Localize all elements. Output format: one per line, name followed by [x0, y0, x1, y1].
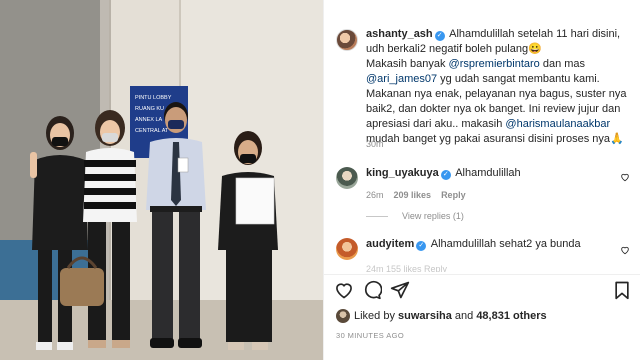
bookmark-icon[interactable]: [612, 280, 632, 300]
liker-username[interactable]: suwarsiha: [398, 310, 452, 322]
action-bar: [324, 274, 640, 304]
comment-2-text: Alhamdulillah sehat2 ya bunda: [430, 238, 581, 250]
post-caption: ashanty_ash ✓ Alhamdulillah setelah 11 ha…: [366, 27, 632, 147]
post-timestamp[interactable]: 30 MINUTES AGO: [336, 331, 404, 340]
mention-link-3[interactable]: @harismaulanaakbar: [505, 118, 610, 130]
caption-part-4: makasih: [461, 118, 506, 130]
comment-1-like-heart-icon[interactable]: [620, 172, 630, 182]
comment-1-age[interactable]: 26m: [366, 190, 384, 200]
commenter-avatar-1[interactable]: [336, 167, 358, 189]
comment-2-like-heart-icon[interactable]: [620, 245, 630, 255]
comment-1-username[interactable]: king_uyakuya: [366, 167, 439, 179]
comment-1: king_uyakuya ✓ Alhamdulillah: [366, 166, 606, 181]
comment-2: audyitem ✓ Alhamdulillah sehat2 ya bunda: [366, 237, 606, 252]
comment-2-meta-faded: 24m 155 likes Reply: [366, 264, 448, 272]
comment-1-text: Alhamdulillah: [455, 167, 521, 179]
comment-icon[interactable]: [362, 280, 382, 300]
caption-part-5: mudah banget yg pakai asuransi disini pr…: [366, 133, 624, 145]
post-side-panel: ashanty_ash ✓ Alhamdulillah setelah 11 ha…: [323, 0, 640, 360]
comment-1-meta: 26m 209 likes Reply: [366, 190, 466, 200]
view-replies-button[interactable]: View replies (1): [366, 211, 464, 221]
share-icon[interactable]: [390, 280, 410, 300]
heart-icon[interactable]: [334, 280, 354, 300]
comment-1-likes[interactable]: 209 likes: [394, 190, 432, 200]
likes-summary: Liked by suwarsiha and 48,831 others: [354, 310, 547, 322]
author-username[interactable]: ashanty_ash: [366, 28, 433, 40]
likes-count-link[interactable]: 48,831 others: [476, 310, 546, 322]
verified-icon: ✓: [434, 31, 445, 41]
mention-link-2[interactable]: @ari_james07: [366, 73, 437, 85]
liker-avatar[interactable]: [336, 309, 350, 323]
comment-2-username[interactable]: audyitem: [366, 238, 414, 250]
likes-prefix: Liked by: [354, 310, 399, 322]
photo-illustration: PINTU LOBBY RUANG KU ANNEX LA CENTRAL AT: [0, 0, 323, 360]
post-photo[interactable]: PINTU LOBBY RUANG KU ANNEX LA CENTRAL AT: [0, 0, 323, 360]
author-avatar[interactable]: [336, 29, 358, 51]
caption-part-1: Makasih banyak: [366, 58, 449, 70]
likes-middle: and: [451, 310, 477, 322]
mention-link-1[interactable]: @rspremierbintaro: [449, 58, 540, 70]
sign-line-2: RUANG KU: [135, 106, 164, 112]
replies-divider: [366, 215, 388, 217]
sign-line-4: CENTRAL AT: [135, 128, 169, 134]
view-replies-label: View replies (1): [402, 211, 464, 221]
verified-icon: ✓: [440, 170, 451, 180]
verified-icon: ✓: [416, 241, 427, 251]
commenter-avatar-2[interactable]: [336, 238, 358, 260]
caption-age[interactable]: 30m: [366, 139, 384, 149]
caption-part-2: dan mas: [539, 58, 586, 70]
sign-line-3: ANNEX LA: [135, 117, 163, 123]
sign-line-1: PINTU LOBBY: [135, 95, 172, 101]
comment-1-reply-button[interactable]: Reply: [441, 190, 466, 200]
